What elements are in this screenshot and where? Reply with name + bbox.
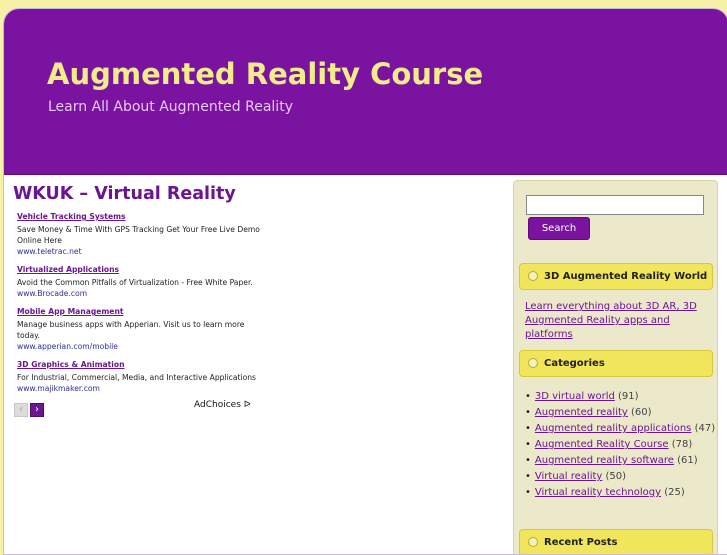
category-link[interactable]: 3D virtual world <box>535 391 615 402</box>
site-title[interactable]: Augmented Reality Course <box>47 57 483 91</box>
search-button[interactable]: Search <box>528 217 590 240</box>
category-count: (25) <box>664 487 685 498</box>
ad-item: Virtualized Applications Avoid the Commo… <box>17 264 263 299</box>
widget-title-categories: Categories <box>519 350 713 377</box>
ad-url-link[interactable]: www.apperian.com/mobile <box>17 341 263 352</box>
category-link[interactable]: Augmented reality software <box>535 455 674 466</box>
bullet-icon <box>528 537 538 547</box>
category-count: (78) <box>671 439 693 450</box>
category-link[interactable]: Augmented reality <box>535 407 628 418</box>
list-bullet: • <box>525 407 531 418</box>
ad-text: Manage business apps with Apperian. Visi… <box>17 320 245 340</box>
ad-pagination: ‹ › <box>14 399 46 418</box>
ad-text: Avoid the Common Pitfalls of Virtualizat… <box>17 278 253 287</box>
list-bullet: • <box>525 439 531 450</box>
category-count: (61) <box>677 455 698 466</box>
category-count: (60) <box>631 407 652 418</box>
ad-next-button[interactable]: › <box>30 402 44 417</box>
sidebar: Search 3D Augmented Reality World Learn … <box>513 180 718 554</box>
ad-url-link[interactable]: www.teletrac.net <box>17 246 263 257</box>
category-link[interactable]: Augmented Reality Course <box>535 439 669 450</box>
ad-item: 3D Graphics & Animation For Industrial, … <box>17 359 263 394</box>
ad-title-link[interactable]: 3D Graphics & Animation <box>17 359 263 370</box>
ad-title-link[interactable]: Vehicle Tracking Systems <box>17 211 263 222</box>
widget-title-text: Categories <box>544 358 605 369</box>
widget-title-recent-posts: Recent Posts <box>519 529 713 554</box>
category-item: • Augmented reality software (61) <box>525 453 715 469</box>
list-bullet: • <box>525 423 531 434</box>
site-header: Augmented Reality Course Learn All About… <box>4 9 727 175</box>
adchoices-link[interactable]: AdChoices ᐅ <box>194 400 251 410</box>
list-bullet: • <box>525 455 531 466</box>
category-count: (50) <box>605 471 627 482</box>
category-item: • Augmented Reality Course (78) <box>525 437 715 453</box>
category-item: • Augmented reality (60) <box>525 405 715 421</box>
ad-item: Vehicle Tracking Systems Save Money & Ti… <box>17 211 263 257</box>
ad-title-link[interactable]: Mobile App Management <box>17 306 263 317</box>
widget-title-text: Recent Posts <box>544 537 618 548</box>
category-count: (91) <box>618 391 639 402</box>
widget-title-3d-world: 3D Augmented Reality World <box>519 263 713 290</box>
category-link[interactable]: Virtual reality technology <box>535 487 661 498</box>
list-bullet: • <box>525 391 531 402</box>
category-item: • Virtual reality technology (25) <box>525 485 715 501</box>
post-title[interactable]: WKUK – Virtual Reality <box>13 184 236 204</box>
site-description: Learn All About Augmented Reality <box>48 99 293 115</box>
ad-text: Save Money & Time With GPS Tracking Get … <box>17 225 260 245</box>
widget-title-text: 3D Augmented Reality World <box>544 271 708 282</box>
ad-url-link[interactable]: www.Brocade.com <box>17 288 263 299</box>
ad-prev-button[interactable]: ‹ <box>14 402 28 417</box>
ad-text: For Industrial, Commercial, Media, and I… <box>17 373 257 382</box>
ad-block: Vehicle Tracking Systems Save Money & Ti… <box>17 211 263 401</box>
3d-world-link[interactable]: Learn everything about 3D AR, 3D Augment… <box>525 300 710 342</box>
ad-url-link[interactable]: www.majikmaker.com <box>17 383 263 394</box>
bullet-icon <box>528 358 538 368</box>
category-item: • Virtual reality (50) <box>525 469 715 485</box>
category-item: • 3D virtual world (91) <box>525 389 715 405</box>
category-count: (47) <box>694 423 716 434</box>
category-item: • Augmented reality applications (47) <box>525 421 715 437</box>
adchoices-label: AdChoices <box>194 400 241 410</box>
category-link[interactable]: Augmented reality applications <box>535 423 691 434</box>
category-link[interactable]: Virtual reality <box>535 471 602 482</box>
page-wrapper: Augmented Reality Course Learn All About… <box>3 8 727 555</box>
list-bullet: • <box>525 487 531 498</box>
adchoices-icon: ᐅ <box>243 400 251 410</box>
list-bullet: • <box>525 471 531 482</box>
category-list: • 3D virtual world (91) • Augmented realit… <box>525 389 715 501</box>
bullet-icon <box>528 271 538 281</box>
ad-item: Mobile App Management Manage business ap… <box>17 306 263 352</box>
ad-title-link[interactable]: Virtualized Applications <box>17 264 263 275</box>
search-input[interactable] <box>526 195 704 215</box>
